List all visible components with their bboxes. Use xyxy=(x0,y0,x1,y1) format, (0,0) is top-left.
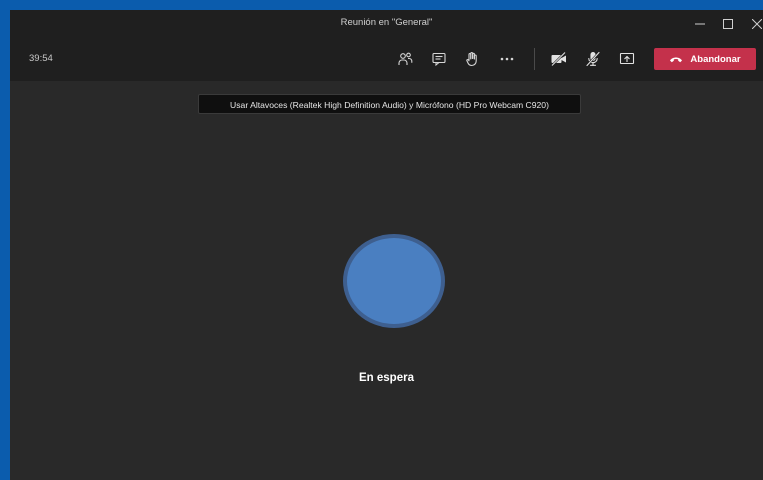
more-options-icon xyxy=(500,57,514,61)
maximize-icon xyxy=(723,18,733,29)
chat-button[interactable] xyxy=(428,48,450,70)
camera-off-icon xyxy=(551,51,566,67)
meeting-toolbar: 39:54 Abandonar xyxy=(10,37,763,81)
phone-hangup-icon xyxy=(670,57,683,63)
share-screen-icon xyxy=(619,52,635,65)
meeting-timer: 39:54 xyxy=(29,53,53,64)
share-screen-button[interactable] xyxy=(616,48,638,70)
meeting-window: Reunión en "General" 39:54 Abandonar Usa… xyxy=(10,10,763,480)
leave-button[interactable]: Abandonar xyxy=(654,48,756,70)
leave-button-label: Abandonar xyxy=(690,53,741,65)
close-button[interactable] xyxy=(743,10,763,37)
participants-button[interactable] xyxy=(394,48,416,70)
minimize-button[interactable] xyxy=(686,10,714,37)
camera-toggle-button[interactable] xyxy=(548,48,570,70)
chat-icon xyxy=(432,52,446,67)
toolbar-divider xyxy=(534,48,535,70)
title-bar: Reunión en "General" xyxy=(10,10,763,37)
maximize-button[interactable] xyxy=(714,10,742,37)
device-tooltip: Usar Altavoces (Realtek High Definition … xyxy=(198,94,581,114)
more-options-button[interactable] xyxy=(496,48,518,70)
hand-icon xyxy=(466,52,477,67)
mic-off-icon xyxy=(585,51,601,67)
mic-toggle-button[interactable] xyxy=(582,48,604,70)
people-icon xyxy=(398,52,413,65)
window-title: Reunión en "General" xyxy=(340,17,433,28)
call-status-text: En espera xyxy=(359,372,414,384)
close-icon xyxy=(752,18,762,29)
minimize-icon xyxy=(695,23,705,24)
raise-hand-button[interactable] xyxy=(461,48,483,70)
participant-avatar xyxy=(343,234,445,328)
